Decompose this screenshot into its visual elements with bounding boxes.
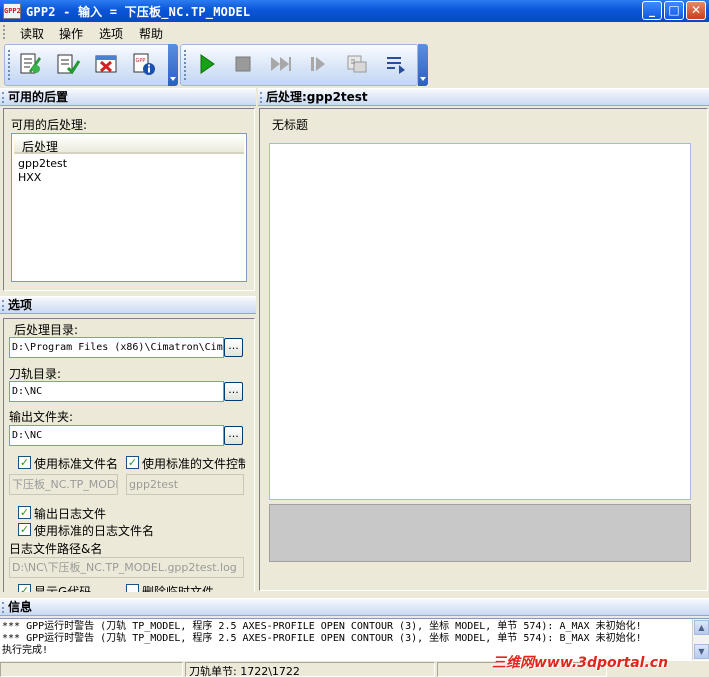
toolbar-grip bbox=[184, 50, 187, 80]
svg-text:GPP: GPP bbox=[136, 58, 146, 64]
scroll-down-icon[interactable]: ▼ bbox=[694, 644, 709, 659]
use-std-filename-label: 使用标准文件名 bbox=[34, 457, 119, 471]
info-panel: 信息 *** GPP运行时警告 (刀轨 TP_MODEL, 程序 2.5 AXE… bbox=[0, 598, 709, 661]
message-scrollbar[interactable]: ▲ ▼ bbox=[692, 619, 709, 661]
maximize-button[interactable]: □ bbox=[664, 1, 684, 20]
output-window-icon[interactable] bbox=[343, 51, 371, 77]
watermark-text: 三维网www.3dportal.cn bbox=[492, 655, 669, 671]
file-toolbar-options[interactable] bbox=[168, 44, 178, 86]
preview-area[interactable] bbox=[269, 143, 691, 500]
preview-footer bbox=[269, 504, 691, 562]
post-dir-input[interactable]: D:\Program Files (x86)\Cimatron\Cimatro bbox=[9, 337, 224, 358]
options-panel: 选项 后处理目录: D:\Program Files (x86)\Cimatro… bbox=[0, 296, 256, 592]
scroll-up-icon[interactable]: ▲ bbox=[694, 620, 709, 635]
message-line: 执行完成! bbox=[2, 645, 49, 656]
stop-icon[interactable] bbox=[229, 51, 257, 77]
check-list-icon[interactable] bbox=[54, 51, 82, 77]
load-postprocessor-icon[interactable] bbox=[16, 51, 44, 77]
postprocessor-panel: 后处理:gpp2test 无标题 bbox=[258, 88, 709, 592]
status-pane bbox=[0, 662, 183, 677]
postprocessor-header: 后处理:gpp2test bbox=[258, 88, 709, 106]
output-log-label: 输出日志文件 bbox=[34, 507, 107, 521]
message-line: *** GPP运行时警告 (刀轨 TP_MODEL, 程序 2.5 AXES-P… bbox=[2, 633, 642, 644]
app-icon: GPP2 bbox=[3, 3, 21, 19]
output-dir-input[interactable]: D:\NC bbox=[9, 425, 224, 446]
close-icon: ✕ bbox=[690, 3, 702, 17]
toolbar-grip bbox=[8, 50, 11, 80]
available-posts-panel: 可用的后置 可用的后处理: 后处理 gpp2test HXX bbox=[0, 88, 256, 293]
list-item[interactable]: gpp2test bbox=[18, 157, 67, 170]
menu-options[interactable]: 选项 bbox=[99, 25, 123, 42]
minimize-icon: _ bbox=[649, 3, 655, 17]
status-pane: 刀轨单节: 1722\1722 bbox=[185, 662, 435, 677]
menu-grip bbox=[3, 25, 7, 39]
show-gcode-checkbox[interactable]: ✓ bbox=[18, 584, 31, 592]
column-postprocessor: 后处理 bbox=[22, 140, 59, 154]
options-header: 选项 bbox=[0, 296, 256, 314]
window-title: GPP2 - 输入 = 下压板_NC.TP_MODEL bbox=[26, 5, 251, 19]
use-std-filename-checkbox[interactable]: ✓ bbox=[18, 456, 31, 469]
use-std-file-control-label: 使用标准的文件控制 bbox=[142, 457, 246, 471]
toolpath-dir-label: 刀轨目录: bbox=[9, 367, 62, 381]
toolbar-band: GPP bbox=[0, 42, 709, 88]
postprocessor-title: 后处理:gpp2test bbox=[266, 90, 368, 104]
list-column-header[interactable]: 后处理 bbox=[14, 136, 244, 154]
close-button[interactable]: ✕ bbox=[686, 1, 706, 20]
minimize-button[interactable]: _ bbox=[642, 1, 662, 20]
fast-forward-icon[interactable] bbox=[267, 51, 295, 77]
post-dir-browse-button[interactable]: ... bbox=[224, 338, 243, 357]
use-std-log-name-checkbox[interactable]: ✓ bbox=[18, 523, 31, 536]
menu-bar: 读取 操作 选项 帮助 bbox=[0, 22, 709, 42]
untitled-label: 无标题 bbox=[272, 118, 309, 132]
output-log-checkbox[interactable]: ✓ bbox=[18, 506, 31, 519]
std-filename-field: 下压板_NC.TP_MODEL bbox=[9, 474, 118, 495]
gpp-info-icon[interactable]: GPP bbox=[130, 51, 158, 77]
output-dir-label: 输出文件夹: bbox=[9, 410, 74, 424]
post-dir-label: 后处理目录: bbox=[14, 323, 79, 337]
show-gcode-label: 显示G代码 bbox=[34, 585, 92, 592]
delete-temp-checkbox[interactable] bbox=[126, 584, 139, 592]
toolpath-block-status: 刀轨单节: 1722\1722 bbox=[189, 665, 300, 677]
delete-icon[interactable] bbox=[92, 51, 120, 77]
postprocessor-list[interactable]: 后处理 gpp2test HXX bbox=[11, 133, 247, 282]
play-icon[interactable] bbox=[193, 51, 221, 77]
step-icon[interactable] bbox=[305, 51, 333, 77]
log-path-label: 日志文件路径&名 bbox=[9, 542, 103, 556]
available-posts-label: 可用的后处理: bbox=[11, 118, 88, 132]
list-arrow-icon[interactable] bbox=[381, 51, 409, 77]
menu-operate[interactable]: 操作 bbox=[59, 25, 83, 42]
run-toolbar-options[interactable] bbox=[418, 44, 428, 86]
list-item[interactable]: HXX bbox=[18, 171, 41, 184]
toolpath-dir-input[interactable]: D:\NC bbox=[9, 381, 224, 402]
message-line: *** GPP运行时警告 (刀轨 TP_MODEL, 程序 2.5 AXES-P… bbox=[2, 621, 642, 632]
menu-help[interactable]: 帮助 bbox=[139, 25, 163, 42]
output-dir-browse-button[interactable]: ... bbox=[224, 426, 243, 445]
maximize-icon: □ bbox=[668, 3, 680, 17]
menu-read[interactable]: 读取 bbox=[20, 25, 44, 42]
info-header: 信息 bbox=[0, 598, 709, 616]
available-posts-header: 可用的后置 bbox=[0, 88, 256, 106]
delete-temp-label: 删除临时文件 bbox=[142, 585, 215, 592]
use-std-file-control-checkbox[interactable]: ✓ bbox=[126, 456, 139, 469]
log-path-field: D:\NC\下压板_NC.TP_MODEL.gpp2test.log bbox=[9, 557, 244, 578]
toolpath-dir-browse-button[interactable]: ... bbox=[224, 382, 243, 401]
use-std-log-name-label: 使用标准的日志文件名 bbox=[34, 524, 155, 538]
file-control-field: gpp2test bbox=[126, 474, 244, 495]
title-bar: GPP2 GPP2 - 输入 = 下压板_NC.TP_MODEL _ □ ✕ bbox=[0, 0, 709, 22]
